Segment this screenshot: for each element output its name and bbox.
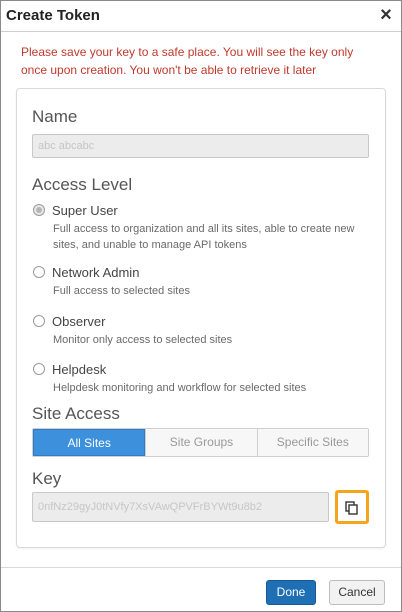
copy-key-button[interactable] xyxy=(335,490,369,524)
access-option-label: Helpdesk xyxy=(52,362,107,377)
done-button[interactable]: Done xyxy=(266,580,316,605)
access-option-label: Network Admin xyxy=(52,265,140,280)
access-option-label: Super User xyxy=(52,203,118,218)
radio-super-user[interactable] xyxy=(33,204,45,216)
access-level-label: Access Level xyxy=(32,175,133,194)
radio-helpdesk[interactable] xyxy=(33,363,45,375)
key-label: Key xyxy=(32,469,62,488)
dialog-header: Create Token × xyxy=(1,1,401,32)
name-label: Name xyxy=(32,107,78,126)
tab-all-sites[interactable]: All Sites xyxy=(33,429,146,456)
access-option-super-user[interactable]: Super User Full access to organization a… xyxy=(32,203,372,251)
site-access-label: Site Access xyxy=(32,404,120,423)
access-option-network-admin[interactable]: Network Admin Full access to selected si… xyxy=(32,265,372,297)
dialog-title: Create Token xyxy=(6,7,100,24)
access-option-description: Full access to selected sites xyxy=(53,285,190,297)
site-access-tabs: All Sites Site Groups Specific Sites xyxy=(32,428,369,457)
save-key-warning: Please save your key to a safe place. Yo… xyxy=(21,45,354,77)
copy-icon xyxy=(345,501,358,515)
access-option-description: Full access to organization and all its … xyxy=(53,223,355,251)
key-field[interactable]: 0nfNz29gyJ0tNVfy7XsVAwQPVFrBYWt9u8b2 xyxy=(32,492,329,522)
footer-divider xyxy=(1,567,401,568)
access-option-label: Observer xyxy=(52,314,106,329)
access-option-description: Monitor only access to selected sites xyxy=(53,334,233,346)
name-input[interactable]: abc abcabc xyxy=(32,134,369,158)
tab-specific-sites[interactable]: Specific Sites xyxy=(256,429,368,456)
tab-site-groups[interactable]: Site Groups xyxy=(145,429,257,456)
radio-observer[interactable] xyxy=(33,315,45,327)
token-form-card: Name abc abcabc Access Level Super User … xyxy=(16,88,386,548)
cancel-button[interactable]: Cancel xyxy=(329,580,385,605)
create-token-dialog: Create Token × Please save your key to a… xyxy=(0,0,402,612)
close-icon[interactable]: × xyxy=(377,4,395,26)
radio-network-admin[interactable] xyxy=(33,266,45,278)
access-option-helpdesk[interactable]: Helpdesk Helpdesk monitoring and workflo… xyxy=(32,362,372,394)
access-option-observer[interactable]: Observer Monitor only access to selected… xyxy=(32,314,372,346)
access-option-description: Helpdesk monitoring and workflow for sel… xyxy=(53,382,307,394)
